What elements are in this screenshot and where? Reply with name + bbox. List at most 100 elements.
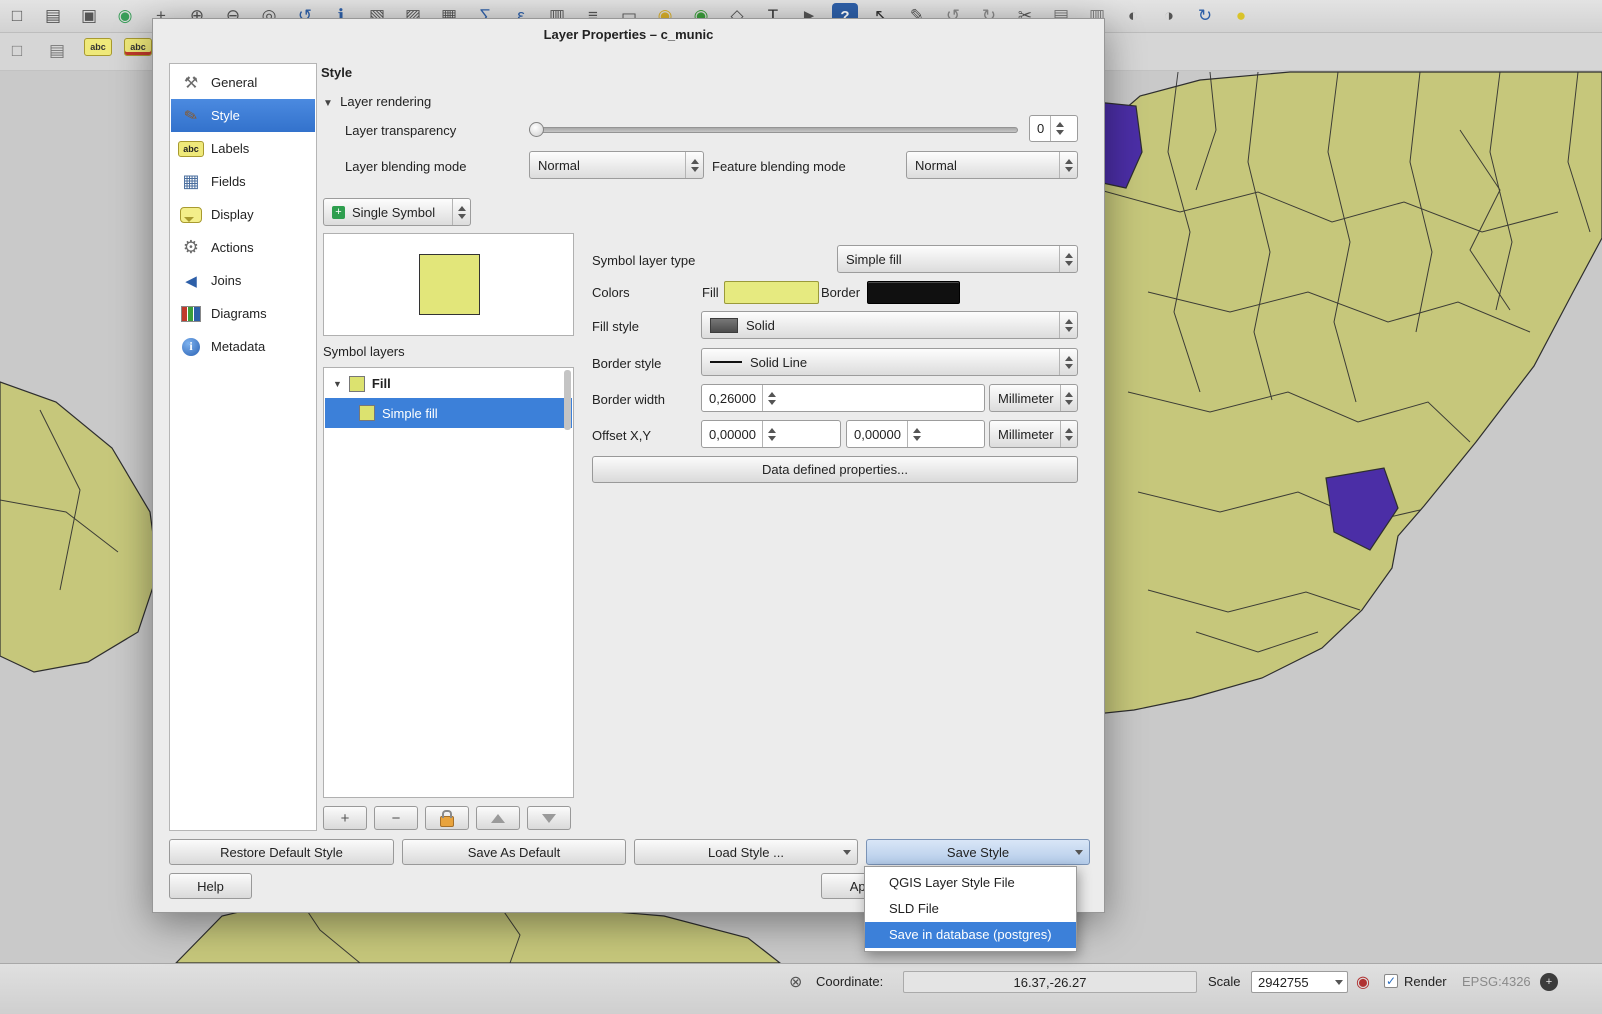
border-width-spinbox[interactable]: 0,26000 <box>701 384 985 412</box>
sidebar-item-labels[interactable]: abc Labels <box>171 132 315 165</box>
render-checkbox[interactable]: ✓ <box>1384 974 1398 988</box>
fill-swatch-icon <box>349 376 365 392</box>
feature-blending-value: Normal <box>915 158 957 173</box>
check-icon: ✓ <box>1386 974 1396 988</box>
refresh-map-icon[interactable]: ↻ <box>1192 3 1218 29</box>
sidebar-item-fields[interactable]: ▦ Fields <box>171 165 315 198</box>
coordinate-field[interactable]: 16.37,-26.27 <box>903 971 1197 993</box>
offset-y-value: 0,00000 <box>854 427 901 442</box>
save-style-menu: QGIS Layer Style File SLD File Save in d… <box>864 866 1077 952</box>
border-color-swatch[interactable] <box>867 281 960 304</box>
spin-arrows-icon[interactable] <box>1050 116 1068 141</box>
data-defined-properties-button[interactable]: Data defined properties... <box>592 456 1078 483</box>
status-bar: ⊗ Coordinate: 16.37,-26.27 Scale 2942755… <box>0 963 1602 1014</box>
blending-mode-label: Layer blending mode <box>345 159 466 174</box>
expander-icon[interactable]: ▼ <box>333 379 342 389</box>
save-style-button[interactable]: Save Style <box>866 839 1090 865</box>
open-project-icon[interactable]: ▤ <box>40 3 66 29</box>
save-project-icon[interactable]: ▣ <box>76 3 102 29</box>
renderer-combo[interactable]: + Single Symbol <box>323 198 471 226</box>
speech-bubble-icon <box>179 203 203 227</box>
sidebar-item-joins[interactable]: ◀ Joins <box>171 264 315 297</box>
label-settings-icon[interactable]: abc <box>124 38 152 56</box>
border-style-combo[interactable]: Solid Line <box>701 348 1078 376</box>
scale-label: Scale <box>1208 974 1241 989</box>
sidebar-item-label: Style <box>211 108 240 123</box>
transparency-spinbox[interactable]: 0 <box>1029 115 1078 142</box>
border-width-value: 0,26000 <box>709 391 756 406</box>
symbol-preview <box>323 233 574 336</box>
layer-rendering-collapse[interactable]: ▼ Layer rendering <box>323 94 431 109</box>
symbol-layer-type-combo[interactable]: Simple fill <box>837 245 1078 273</box>
help-button[interactable]: Help <box>169 873 252 899</box>
border-width-unit-combo[interactable]: Millimeter <box>989 384 1078 412</box>
properties-sidebar: ⚒ General ✎ Style abc Labels ▦ Fields Di… <box>169 63 317 831</box>
spin-arrows-icon[interactable] <box>762 421 780 447</box>
restore-default-style-button[interactable]: Restore Default Style <box>169 839 394 865</box>
blank-grid-icon[interactable]: □ <box>4 38 30 64</box>
half-circle-a-icon[interactable]: ◐ <box>1120 3 1146 29</box>
projection-globe-icon[interactable]: + <box>1540 973 1558 995</box>
sidebar-item-display[interactable]: Display <box>171 198 315 231</box>
combo-arrows-icon <box>1060 385 1077 411</box>
menu-item-save-in-database[interactable]: Save in database (postgres) <box>865 922 1076 948</box>
spin-arrows-icon[interactable] <box>762 385 780 411</box>
fill-color-swatch[interactable] <box>724 281 819 304</box>
epsg-label: EPSG:4326 <box>1462 974 1531 989</box>
load-style-button[interactable]: Load Style ... <box>634 839 858 865</box>
offset-y-spinbox[interactable]: 0,00000 <box>846 420 985 448</box>
lock-color-button[interactable] <box>425 806 469 830</box>
transparency-value: 0 <box>1037 121 1044 136</box>
layer-blending-value: Normal <box>538 158 580 173</box>
arrow-up-icon <box>491 814 505 823</box>
move-up-button[interactable] <box>476 806 520 830</box>
transparency-slider[interactable] <box>529 127 1018 133</box>
feature-blending-combo[interactable]: Normal <box>906 151 1078 179</box>
sidebar-item-diagrams[interactable]: Diagrams <box>171 297 315 330</box>
spin-arrows-icon[interactable] <box>907 421 925 447</box>
add-symbol-layer-button[interactable]: + <box>323 806 367 830</box>
menu-item-qgis-style-file[interactable]: QGIS Layer Style File <box>865 870 1076 896</box>
fill-pattern-icon <box>710 318 738 333</box>
remove-symbol-layer-button[interactable]: − <box>374 806 418 830</box>
tree-item-fill[interactable]: ▼ Fill <box>325 369 572 398</box>
menu-item-sld-file[interactable]: SLD File <box>865 896 1076 922</box>
move-down-button[interactable] <box>527 806 571 830</box>
offset-unit-combo[interactable]: Millimeter <box>989 420 1078 448</box>
new-project-icon[interactable]: □ <box>4 3 30 29</box>
save-as-default-button[interactable]: Save As Default <box>402 839 626 865</box>
offset-x-value: 0,00000 <box>709 427 756 442</box>
qgis-layer-icon[interactable]: ◉ <box>112 3 138 29</box>
scale-combo[interactable]: 2942755 <box>1251 971 1348 993</box>
sidebar-item-actions[interactable]: ⚙ Actions <box>171 231 315 264</box>
layer-blending-combo[interactable]: Normal <box>529 151 704 179</box>
sidebar-item-general[interactable]: ⚒ General <box>171 66 315 99</box>
transparency-label: Layer transparency <box>345 123 456 138</box>
clipboard-icon[interactable]: ▤ <box>44 38 70 64</box>
combo-arrows-icon <box>452 199 470 225</box>
magnifier-icon[interactable]: ◉ <box>1356 972 1370 992</box>
symbol-layers-tree: ▼ Fill Simple fill <box>323 367 574 798</box>
help-label: Help <box>197 879 224 894</box>
transparency-slider-handle[interactable] <box>529 122 544 137</box>
tree-item-simple-fill[interactable]: Simple fill <box>325 398 572 428</box>
coordinate-capture-icon[interactable]: ⊗ <box>789 972 802 992</box>
sidebar-item-metadata[interactable]: i Metadata <box>171 330 315 363</box>
sidebar-item-style[interactable]: ✎ Style <box>171 99 315 132</box>
abc-label-icon: abc <box>179 137 203 161</box>
plugin-dot-icon[interactable]: ● <box>1228 3 1254 29</box>
load-style-label: Load Style ... <box>708 845 784 860</box>
offset-x-spinbox[interactable]: 0,00000 <box>701 420 841 448</box>
single-symbol-icon: + <box>332 206 345 219</box>
fill-style-value: Solid <box>746 318 775 333</box>
layer-labeling-icon[interactable]: abc <box>84 38 112 56</box>
offset-label: Offset X,Y <box>592 428 651 443</box>
line-style-icon <box>710 361 742 363</box>
tree-scrollbar[interactable] <box>564 370 571 430</box>
half-circle-b-icon[interactable]: ◑ <box>1156 3 1182 29</box>
border-style-value: Solid Line <box>750 355 807 370</box>
coordinate-label: Coordinate: <box>816 974 883 989</box>
symbol-layer-type-value: Simple fill <box>846 252 902 267</box>
combo-arrows-icon <box>1059 312 1077 338</box>
fill-style-combo[interactable]: Solid <box>701 311 1078 339</box>
